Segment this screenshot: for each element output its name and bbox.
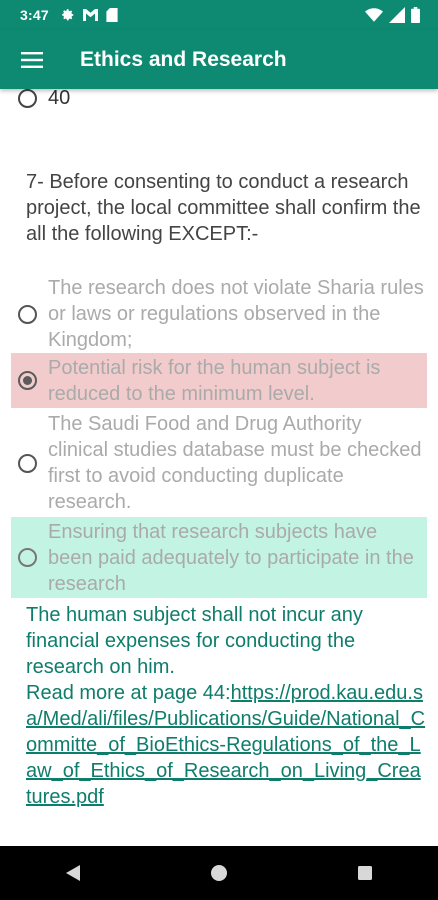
status-bar: 3:47 [0,0,438,30]
back-triangle-icon [66,865,80,881]
option-text: Ensuring that research subjects have bee… [48,520,414,595]
explanation-text: The human subject shall not incur any fi… [26,604,363,678]
recents-button[interactable] [335,846,395,900]
radio-button-selected[interactable] [18,371,37,390]
sd-card-icon [106,8,118,22]
battery-icon [411,7,420,23]
menu-button[interactable] [4,30,60,89]
option-text: Potential risk for the human subject is … [48,356,381,405]
radio-button[interactable] [18,89,37,108]
home-circle-icon [211,865,227,881]
option-row-wrong[interactable]: Potential risk for the human subject is … [11,353,427,408]
status-time: 3:47 [20,7,49,23]
gmail-icon [82,9,98,21]
gear-icon [61,9,74,21]
wifi-icon [365,8,383,22]
option-text: The Saudi Food and Drug Authority clinic… [48,413,422,513]
home-button[interactable] [189,846,249,900]
radio-button[interactable] [18,453,37,473]
previous-option-row[interactable]: 40 [11,89,427,109]
status-left-icons [61,8,118,22]
read-more-label: Read more at page 44: [26,682,231,704]
status-right-icons [365,0,420,30]
recents-square-icon [358,866,372,880]
option-row-correct[interactable]: Ensuring that research subjects have bee… [11,517,427,598]
radio-button[interactable] [18,548,37,567]
option-row[interactable]: The research does not violate Sharia rul… [11,275,427,353]
app-title: Ethics and Research [80,47,287,71]
read-more-line: Read more at page 44:https://prod.kau.ed… [26,680,426,810]
back-button[interactable] [43,846,103,900]
app-bar: Ethics and Research [0,30,438,89]
signal-icon [389,7,405,23]
question-text: 7- Before consenting to conduct a resear… [26,171,421,245]
option-row[interactable]: The Saudi Food and Drug Authority clinic… [11,411,427,515]
option-text: The research does not violate Sharia rul… [48,277,424,351]
system-nav-bar [0,846,438,900]
question-content[interactable]: 40 7- Before consenting to conduct a res… [0,89,438,846]
radio-button[interactable] [18,304,37,324]
hamburger-menu-icon [21,51,43,68]
option-text: 40 [48,89,71,109]
answer-explanation: The human subject shall not incur any fi… [26,602,426,810]
